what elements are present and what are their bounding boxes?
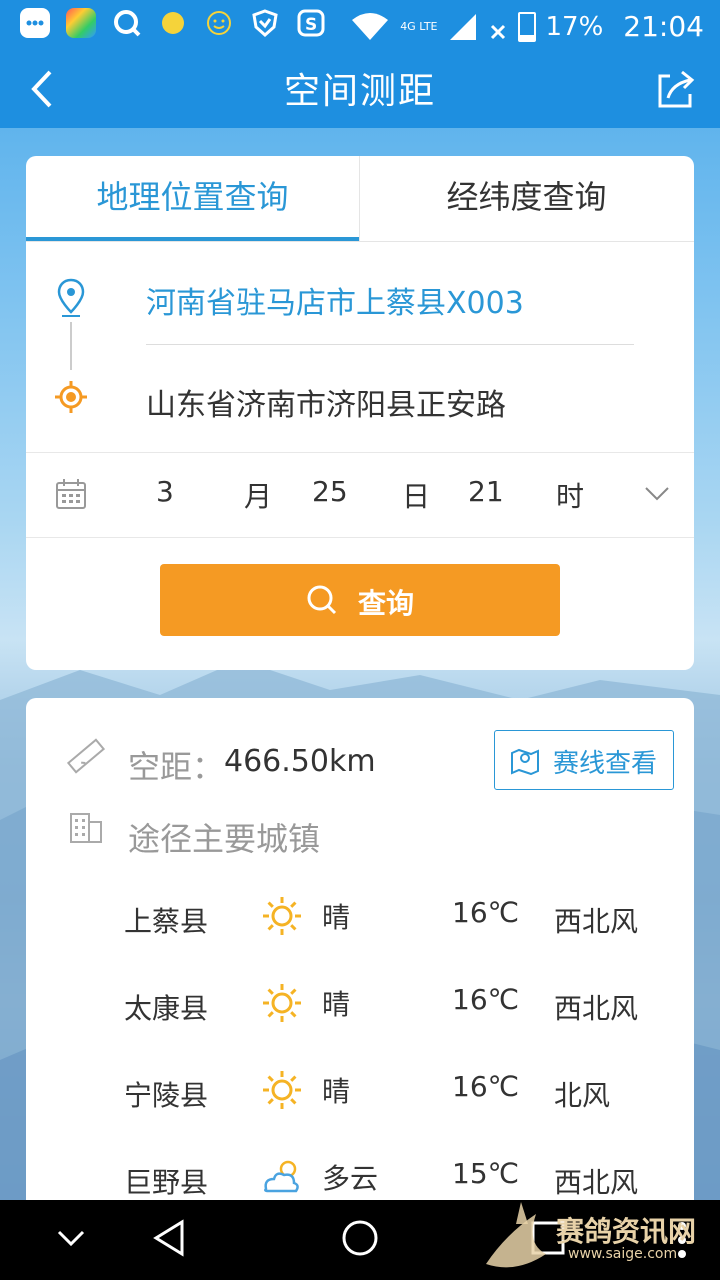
ruler-icon (66, 738, 106, 774)
town-row: 太康县 晴 16℃ 西北风 (26, 957, 694, 1037)
weather-text: 多云 (322, 1162, 379, 1195)
page-title: 空间测距 (283, 71, 436, 112)
search-app-icon (112, 8, 142, 38)
month-unit: 月 (244, 480, 273, 513)
result-card: 空距： 466.50km 赛线查看 途径主要城镇 上蔡县晴 16℃ 西北风 太康县晴 1… (26, 698, 694, 1218)
query-tabs: 地理位置查询 经纬度查询 (26, 156, 694, 242)
pigeon-logo-icon (486, 1202, 546, 1268)
hide-keyboard-icon[interactable] (56, 1228, 86, 1248)
target-icon (55, 381, 87, 413)
destination-address: 山东省济南市济阳县正安路 (146, 388, 506, 423)
signal-icon (449, 13, 476, 40)
share-icon[interactable] (650, 64, 700, 114)
origin-address: 河南省驻马店市上蔡县X003 (146, 286, 524, 321)
building-icon (70, 813, 102, 843)
towns-label: 途径主要城镇 (128, 820, 321, 858)
weather-text: 晴 (322, 901, 351, 934)
shield-icon (250, 8, 280, 38)
clock: 21:04 (623, 10, 704, 43)
hour-value: 21 (468, 475, 504, 508)
address-divider (146, 344, 634, 345)
chevron-down-icon (645, 487, 669, 501)
watermark: 赛鸽资讯网 www.saige.com (476, 1194, 720, 1280)
location-pin-icon (57, 278, 85, 317)
temperature: 16℃ (452, 1070, 520, 1103)
temperature: 16℃ (452, 983, 520, 1016)
wind-direction: 西北风 (554, 992, 639, 1025)
distance-label: 空距： (128, 748, 225, 786)
wind-direction: 西北风 (554, 905, 639, 938)
map-pin-icon (511, 748, 539, 775)
sun-icon (263, 984, 301, 1022)
s-app-icon: S (296, 8, 326, 38)
search-button-label: 查询 (358, 587, 415, 620)
yellow-dot-icon (158, 8, 188, 38)
day-value: 25 (312, 475, 348, 508)
town-name: 宁陵县 (124, 1079, 209, 1112)
notification-icons: S (20, 8, 326, 38)
day-unit: 日 (402, 480, 431, 513)
route-view-button[interactable]: 赛线查看 (494, 730, 674, 790)
status-bar: S 4G LTE 17% 21:04 (0, 0, 720, 52)
tab-geo-location[interactable]: 地理位置查询 (26, 156, 359, 241)
town-row: 宁陵县 晴 16℃ 北风 (26, 1044, 694, 1124)
route-connector-line (70, 322, 72, 370)
origin-row[interactable]: 河南省驻马店市上蔡县X003 (26, 266, 694, 346)
search-button[interactable]: 查询 (160, 564, 560, 636)
temperature: 15℃ (452, 1157, 520, 1190)
app-header: 空间测距 (0, 52, 720, 128)
watermark-text: 赛鸽资讯网 (556, 1215, 697, 1248)
town-name: 太康县 (124, 992, 209, 1025)
distance-value: 466.50km (224, 744, 376, 779)
month-value: 3 (156, 475, 174, 508)
network-type: 4G LTE (400, 20, 438, 33)
tab-lat-lng[interactable]: 经纬度查询 (360, 156, 693, 241)
weather-text: 晴 (322, 1075, 351, 1108)
route-view-label: 赛线查看 (553, 749, 658, 779)
app-icon (66, 8, 96, 38)
town-row: 上蔡县 晴 16℃ 西北风 (26, 870, 694, 950)
hour-unit: 时 (556, 480, 585, 513)
no-signal-icon (490, 24, 505, 39)
query-card: 地理位置查询 经纬度查询 河南省驻马店市上蔡县X003 山东省济南市济阳县正安路 (26, 156, 694, 670)
home-nav-icon[interactable] (340, 1218, 380, 1258)
active-tab-indicator (26, 237, 359, 241)
svg-text:S: S (305, 15, 317, 35)
smiley-icon (204, 8, 234, 38)
message-icon (20, 8, 50, 38)
back-nav-icon[interactable] (150, 1218, 190, 1258)
town-name: 上蔡县 (124, 905, 209, 938)
watermark-url: www.saige.com (568, 1246, 678, 1262)
cloud-sun-icon (264, 1160, 299, 1193)
battery-percent: 17% (545, 11, 604, 42)
destination-row[interactable]: 山东省济南市济阳县正安路 (26, 368, 694, 448)
battery-icon (517, 11, 536, 42)
temperature: 16℃ (452, 896, 520, 929)
date-selector[interactable]: 3 月 25 日 21 时 (26, 452, 694, 538)
wifi-icon (352, 12, 389, 40)
search-icon (307, 585, 337, 615)
town-name: 巨野县 (124, 1166, 209, 1199)
sun-icon (263, 1071, 301, 1109)
wind-direction: 北风 (554, 1079, 611, 1112)
calendar-icon (56, 479, 86, 509)
weather-text: 晴 (322, 988, 351, 1021)
sun-icon (263, 897, 301, 935)
